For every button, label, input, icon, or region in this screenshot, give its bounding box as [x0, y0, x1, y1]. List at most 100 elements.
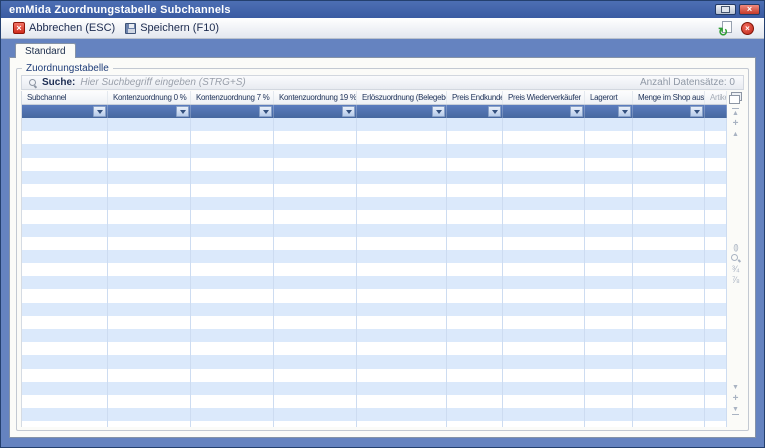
table-row[interactable]: [22, 329, 727, 342]
table-cell: [447, 408, 503, 421]
table-row[interactable]: [22, 369, 727, 382]
table-cell: [357, 276, 447, 289]
table-cell: [503, 197, 585, 210]
scroll-down-icon[interactable]: [729, 382, 743, 393]
column-header-kontenzuordnung-19[interactable]: Kontenzuordnung 19 %: [274, 91, 357, 104]
cancel-circle-icon[interactable]: ×: [741, 22, 754, 35]
table-row[interactable]: [22, 263, 727, 276]
table-cell: [357, 224, 447, 237]
cancel-esc-button[interactable]: × Abbrechen (ESC): [9, 20, 121, 36]
scroll-up-icon[interactable]: [729, 129, 743, 140]
table-row[interactable]: [22, 395, 727, 408]
scale-b-icon[interactable]: [729, 275, 743, 286]
filter-cell-menge-im-shop-aus[interactable]: [633, 105, 705, 118]
filter-dropdown-menge-im-shop-aus[interactable]: [690, 106, 703, 117]
filter-dropdown-preis-wiederverk-ufer[interactable]: [570, 106, 583, 117]
table-cell: [503, 237, 585, 250]
table-cell: [633, 237, 705, 250]
filter-cell-erl-szuordnung-belegebene[interactable]: [357, 105, 447, 118]
column-header-preis-wiederverk-ufer[interactable]: Preis Wiederverkäufer: [503, 91, 585, 104]
table-cell: [108, 224, 191, 237]
refresh-icon[interactable]: ↻: [718, 21, 733, 36]
table-row[interactable]: [22, 197, 727, 210]
column-header-subchannel[interactable]: Subchannel: [22, 91, 108, 104]
search-input[interactable]: [80, 77, 640, 88]
table-row[interactable]: [22, 118, 727, 131]
scale-a-icon[interactable]: [729, 264, 743, 275]
table-cell: [585, 144, 633, 157]
scroll-to-top-icon[interactable]: [729, 107, 743, 118]
table-cell: [22, 171, 108, 184]
table-row[interactable]: [22, 158, 727, 171]
filter-dropdown-lagerort[interactable]: [618, 106, 631, 117]
filter-dropdown-subchannel[interactable]: [93, 106, 106, 117]
close-button[interactable]: ×: [739, 4, 760, 15]
table-row[interactable]: [22, 144, 727, 157]
filter-cell-artikel[interactable]: [705, 105, 727, 118]
table-cell: [357, 316, 447, 329]
column-header-menge-im-shop-aus[interactable]: Menge im Shop aus: [633, 91, 705, 104]
column-header-kontenzuordnung-7[interactable]: Kontenzuordnung 7 %: [191, 91, 274, 104]
table-cell: [191, 237, 274, 250]
filter-dropdown-kontenzuordnung-19[interactable]: [342, 106, 355, 117]
table-cell: [357, 210, 447, 223]
table-row[interactable]: [22, 342, 727, 355]
filter-dropdown-kontenzuordnung-7[interactable]: [259, 106, 272, 117]
maximize-button[interactable]: [715, 4, 736, 15]
title-bar: emMida Zuordnungstabelle Subchannels ×: [1, 1, 764, 18]
table-cell: [22, 263, 108, 276]
best-fit-icon[interactable]: [729, 242, 743, 253]
column-chooser-icon[interactable]: [729, 92, 743, 104]
table-row[interactable]: [22, 184, 727, 197]
column-header-lagerort[interactable]: Lagerort: [585, 91, 633, 104]
table-cell: [585, 303, 633, 316]
filter-cell-preis-wiederverk-ufer[interactable]: [503, 105, 585, 118]
filter-cell-kontenzuordnung-7[interactable]: [191, 105, 274, 118]
refresh-arrows: ↻: [718, 26, 728, 38]
append-row-icon[interactable]: [729, 118, 743, 129]
filter-cell-kontenzuordnung-0[interactable]: [108, 105, 191, 118]
table-cell: [22, 342, 108, 355]
table-row[interactable]: [22, 355, 727, 368]
table-row[interactable]: [22, 237, 727, 250]
table-row[interactable]: [22, 131, 727, 144]
table-row[interactable]: [22, 382, 727, 395]
table-cell: [633, 382, 705, 395]
table-cell: [274, 289, 357, 302]
filter-cell-kontenzuordnung-19[interactable]: [274, 105, 357, 118]
table-row[interactable]: [22, 276, 727, 289]
table-cell: [705, 395, 727, 408]
filter-dropdown-kontenzuordnung-0[interactable]: [176, 106, 189, 117]
column-header-preis-endkunde[interactable]: Preis Endkunde: [447, 91, 503, 104]
filter-cell-subchannel[interactable]: [22, 105, 108, 118]
search-icon[interactable]: [729, 253, 743, 264]
table-cell: [705, 224, 727, 237]
append-row-icon[interactable]: [729, 393, 743, 404]
table-row[interactable]: [22, 421, 727, 427]
table-cell: [108, 395, 191, 408]
table-cell: [585, 184, 633, 197]
table-row[interactable]: [22, 210, 727, 223]
filter-cell-lagerort[interactable]: [585, 105, 633, 118]
table-cell: [108, 421, 191, 427]
save-f10-button[interactable]: Speichern (F10): [121, 20, 225, 36]
column-header-kontenzuordnung-0[interactable]: Kontenzuordnung 0 %: [108, 91, 191, 104]
column-header-artikel[interactable]: Artikel: [705, 91, 727, 104]
table-row[interactable]: [22, 224, 727, 237]
table-row[interactable]: [22, 408, 727, 421]
table-cell: [447, 224, 503, 237]
table-row[interactable]: [22, 250, 727, 263]
filter-cell-preis-endkunde[interactable]: [447, 105, 503, 118]
table-cell: [357, 289, 447, 302]
scroll-to-bottom-icon[interactable]: [729, 404, 743, 415]
table-row[interactable]: [22, 303, 727, 316]
table-row[interactable]: [22, 171, 727, 184]
app-window: emMida Zuordnungstabelle Subchannels × ×…: [0, 0, 765, 448]
filter-dropdown-erl-szuordnung-belegebene[interactable]: [432, 106, 445, 117]
table-row[interactable]: [22, 289, 727, 302]
column-header-erl-szuordnung-belegebene[interactable]: Erlöszuordnung (Belegebene): [357, 91, 447, 104]
table-cell: [191, 224, 274, 237]
filter-dropdown-preis-endkunde[interactable]: [488, 106, 501, 117]
table-row[interactable]: [22, 316, 727, 329]
tab-standard[interactable]: Standard: [15, 43, 76, 58]
